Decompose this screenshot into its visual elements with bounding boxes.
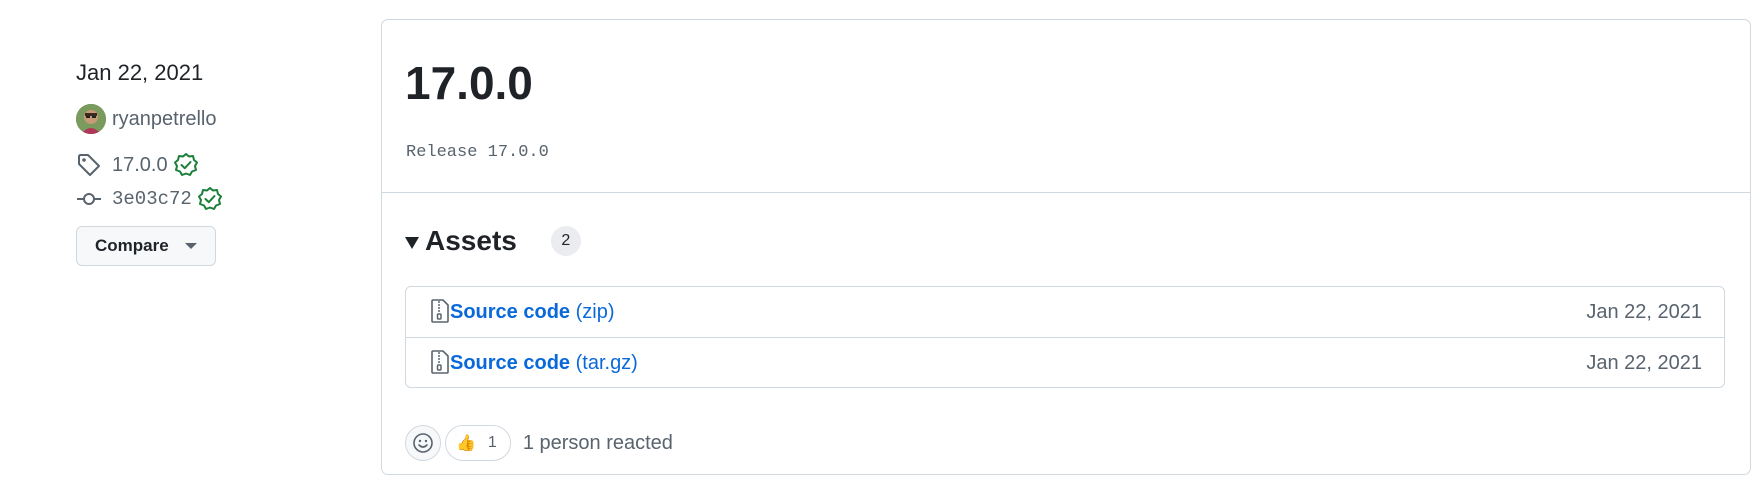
asset-row: Source code (zip) Jan 22, 2021 (406, 287, 1724, 338)
tag-name[interactable]: 17.0.0 (112, 154, 168, 177)
release-header: 17.0.0 Release 17.0.0 (382, 20, 1750, 193)
avatar[interactable] (76, 104, 106, 134)
verified-icon[interactable] (197, 186, 223, 212)
file-zip-icon (431, 299, 449, 323)
author[interactable]: ryanpetrello (76, 104, 217, 134)
asset-date: Jan 22, 2021 (1586, 301, 1702, 323)
tag-icon (76, 152, 102, 178)
add-reaction-button[interactable] (405, 425, 441, 461)
reaction-summary: 1 person reacted (522, 431, 673, 454)
asset-list: Source code (zip) Jan 22, 2021 Source co… (405, 286, 1725, 388)
reactions-bar: 👍 1 1 person reacted (405, 425, 673, 461)
assets-toggle[interactable]: Assets 2 (405, 225, 581, 257)
thumbs-up-reaction[interactable]: 👍 1 (445, 425, 511, 461)
file-zip-icon (431, 350, 449, 374)
smiley-icon (413, 433, 433, 453)
thumbs-up-icon: 👍 (456, 435, 476, 452)
asset-name[interactable]: Source code (450, 352, 570, 374)
tag-row[interactable]: 17.0.0 (76, 152, 199, 178)
asset-name[interactable]: Source code (450, 301, 570, 323)
release-title[interactable]: 17.0.0 (405, 56, 533, 110)
asset-ext[interactable]: (zip) (576, 301, 615, 323)
commit-icon (76, 186, 102, 212)
release-card: 17.0.0 Release 17.0.0 Assets 2 Source co… (381, 19, 1751, 475)
reaction-count: 1 (487, 434, 497, 451)
asset-row: Source code (tar.gz) Jan 22, 2021 (406, 338, 1724, 388)
commit-row[interactable]: 3e03c72 (76, 186, 223, 212)
chevron-down-icon (184, 243, 197, 249)
asset-ext[interactable]: (tar.gz) (576, 352, 638, 374)
triangle-down-icon (405, 237, 419, 249)
release-date: Jan 22, 2021 (76, 60, 204, 85)
asset-date: Jan 22, 2021 (1586, 352, 1702, 374)
compare-button[interactable]: Compare (76, 226, 216, 266)
assets-title: Assets (425, 225, 517, 256)
commit-sha[interactable]: 3e03c72 (112, 188, 192, 210)
asset-download-link[interactable]: Source code (tar.gz) (450, 352, 638, 375)
release-notes: Release 17.0.0 (406, 143, 549, 162)
compare-label: Compare (95, 236, 169, 255)
verified-icon[interactable] (173, 152, 199, 178)
assets-count-badge: 2 (550, 226, 581, 256)
asset-download-link[interactable]: Source code (zip) (450, 301, 615, 324)
author-name[interactable]: ryanpetrello (112, 108, 217, 131)
